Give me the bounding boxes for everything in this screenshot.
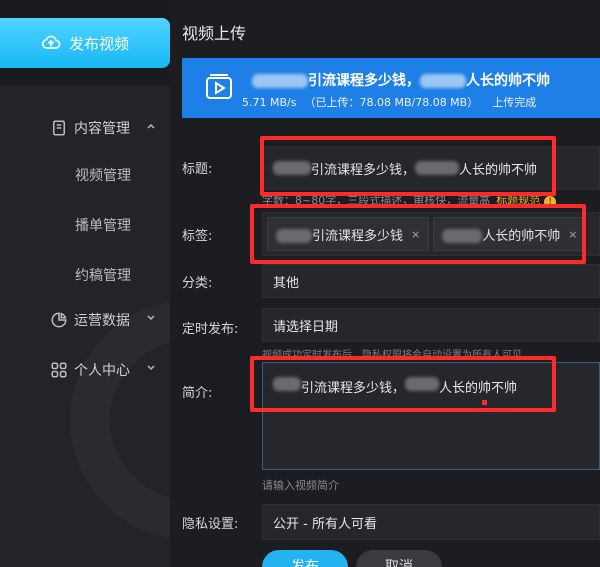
sidebar-item-label: 运营数据: [74, 313, 130, 329]
upload-progress-text: （已上传：78.08 MB/78.08 MB）: [304, 96, 479, 109]
tag-remove-icon[interactable]: ×: [411, 228, 420, 241]
sidebar-nav: 内容管理 视频管理 播单管理 约稿管理 运营数据 个人中心: [0, 110, 170, 388]
pie-chart-icon: [51, 312, 67, 328]
tag-chip-text: 引流课程多少钱: [276, 225, 403, 244]
text-cursor-mark: [482, 400, 487, 405]
schedule-note: 视频成功定时发布后，隐私权限将会自动设置为所有人可见: [262, 350, 522, 361]
file-icon: [53, 120, 65, 136]
category-label: 分类:: [182, 276, 213, 291]
cancel-button[interactable]: 取消: [356, 550, 442, 567]
tags-label: 标签:: [182, 229, 213, 244]
sidebar-item-label: 内容管理: [74, 121, 130, 137]
tags-input[interactable]: 引流课程多少钱 × 人长的帅不帅 ×: [262, 212, 600, 256]
upload-stats: 5.71 MB/s （已上传：78.08 MB/78.08 MB） 上传完成: [242, 94, 544, 110]
redacted-text: [405, 377, 440, 391]
intro-label: 简介:: [182, 386, 213, 401]
title-input[interactable]: 引流课程多少钱， 人长的帅不帅: [262, 146, 600, 190]
sidebar-item-video-management[interactable]: 视频管理: [0, 150, 170, 200]
publish-button[interactable]: 发布: [262, 550, 348, 567]
sidebar-item-playlist-management[interactable]: 播单管理: [0, 200, 170, 250]
redacted-text: [420, 74, 466, 88]
redacted-text: [276, 229, 312, 243]
schedule-date-picker[interactable]: 请选择日期: [262, 308, 600, 342]
redacted-text: [442, 229, 483, 243]
tag-chip: 引流课程多少钱 ×: [267, 217, 430, 251]
intro-placeholder: 请输入视频简介: [262, 479, 339, 492]
sidebar-item-content-management[interactable]: 内容管理: [0, 110, 170, 146]
upload-speed: 5.71 MB/s: [242, 96, 297, 109]
redacted-text: [252, 74, 308, 88]
upload-status: 上传完成: [492, 96, 537, 109]
sidebar-item-label: 个人中心: [74, 363, 130, 379]
title-label: 标题:: [182, 162, 213, 177]
redacted-text: [273, 161, 311, 175]
tag-chip-text: 人长的帅不帅: [442, 225, 560, 244]
title-rules-link[interactable]: 标题规范: [496, 194, 540, 207]
schedule-label: 定时发布:: [182, 322, 239, 337]
redacted-text: [273, 377, 301, 391]
chevron-down-icon: [147, 315, 155, 321]
category-select[interactable]: 其他: [262, 264, 600, 298]
upload-progress-card: 引流课程多少钱， 人长的帅不帅 5.71 MB/s （已上传：78.08 MB/78…: [182, 58, 600, 118]
intro-textarea[interactable]: 引流课程多少钱， 人长的帅不帅: [262, 362, 600, 470]
sidebar-item-personal-center[interactable]: 个人中心: [0, 352, 170, 388]
grid-icon: [51, 362, 67, 378]
sidebar: 发布视频 内容管理 视频管理 播单管理 约稿管理 运营数据 个人中心: [0, 0, 170, 567]
chevron-up-icon: [147, 123, 155, 129]
cloud-upload-icon: [41, 35, 61, 49]
main-content: 视频上传 引流课程多少钱， 人长的帅不帅 5.71 MB/s （已上传：78.08 …: [170, 0, 600, 567]
video-file-icon: [206, 74, 232, 99]
page-title: 视频上传: [182, 24, 247, 43]
publish-video-label: 发布视频: [68, 34, 129, 53]
publish-video-button[interactable]: 发布视频: [0, 18, 170, 68]
title-hint: 字数：8~80字，三段式描述，审核快，流量高 标题规范!: [262, 192, 557, 208]
tag-remove-icon[interactable]: ×: [568, 228, 577, 241]
sidebar-item-commission-management[interactable]: 约稿管理: [0, 250, 170, 300]
privacy-label: 隐私设置:: [182, 517, 239, 532]
chevron-down-icon: [147, 365, 155, 371]
upload-file-name: 引流课程多少钱， 人长的帅不帅: [252, 70, 550, 90]
info-icon[interactable]: !: [544, 196, 557, 208]
tag-chip: 人长的帅不帅 ×: [433, 217, 587, 251]
privacy-select[interactable]: 公开 - 所有人可看: [262, 504, 600, 540]
sidebar-item-operation-data[interactable]: 运营数据: [0, 302, 170, 338]
redacted-text: [415, 161, 460, 175]
